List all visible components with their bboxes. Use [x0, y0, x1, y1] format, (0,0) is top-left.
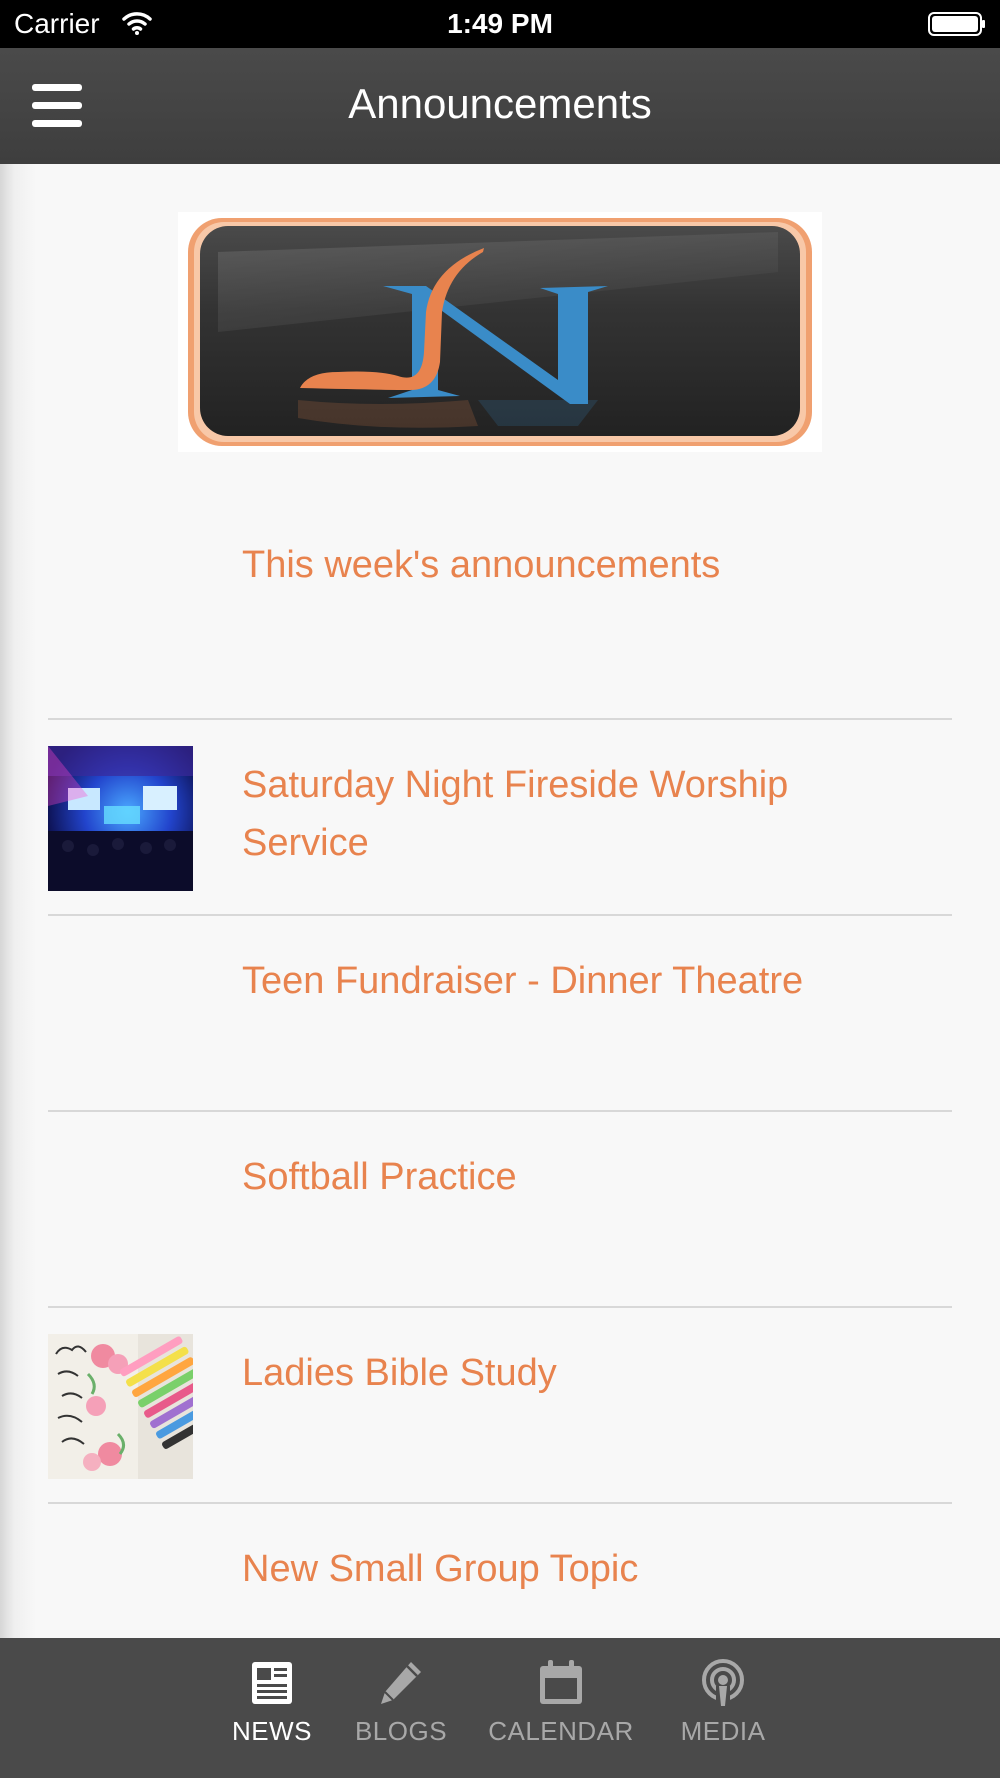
announcements-content[interactable]: This week's announcements Saturday Night… [0, 164, 1000, 1638]
newspaper-icon [252, 1662, 292, 1704]
clock-label: 1:49 PM [447, 8, 553, 39]
news-item-title: Ladies Bible Study [242, 1352, 557, 1394]
list-item[interactable]: Ladies Bible Study [48, 1308, 952, 1504]
news-list: This week's announcements Saturday Night… [48, 500, 952, 1638]
tab-media-label: MEDIA [680, 1716, 766, 1746]
tab-calendar-label: CALENDAR [488, 1716, 634, 1746]
tab-calendar[interactable]: CALENDAR [486, 1658, 636, 1768]
tab-news[interactable]: NEWS [197, 1658, 347, 1768]
news-item-title: Saturday Night Fireside Worship Service [242, 764, 789, 864]
pencil-icon [381, 1662, 421, 1704]
list-item[interactable]: Softball Practice [48, 1112, 952, 1308]
battery-icon [928, 12, 985, 36]
list-item[interactable]: Saturday Night Fireside Worship Service [48, 720, 952, 916]
church-logo [178, 212, 822, 452]
app-header: Announcements [0, 48, 1000, 164]
tab-media[interactable]: MEDIA [648, 1658, 798, 1768]
jn-logo-icon [188, 218, 812, 446]
tab-news-label: NEWS [232, 1716, 312, 1746]
tab-blogs-label: BLOGS [354, 1716, 448, 1746]
page-title: Announcements [348, 80, 652, 127]
status-bar: Carrier 1:49 PM [0, 0, 1000, 48]
news-item-title: Teen Fundraiser - Dinner Theatre [242, 960, 804, 1002]
worship-stage-photo [48, 746, 193, 891]
news-item-title: Softball Practice [242, 1156, 517, 1198]
tab-bar: NEWS BLOGS CALENDAR MEDIA [0, 1638, 1000, 1778]
list-item[interactable]: This week's announcements [48, 500, 952, 720]
news-item-title: This week's announcements [242, 544, 721, 586]
news-item-title: New Small Group Topic [242, 1548, 639, 1590]
podcast-icon [702, 1659, 744, 1708]
list-item[interactable]: New Small Group Topic [48, 1504, 952, 1638]
calendar-icon [540, 1660, 582, 1704]
tab-blogs[interactable]: BLOGS [326, 1658, 476, 1768]
list-item[interactable]: Teen Fundraiser - Dinner Theatre [48, 916, 952, 1112]
bible-journaling-photo [48, 1334, 193, 1479]
